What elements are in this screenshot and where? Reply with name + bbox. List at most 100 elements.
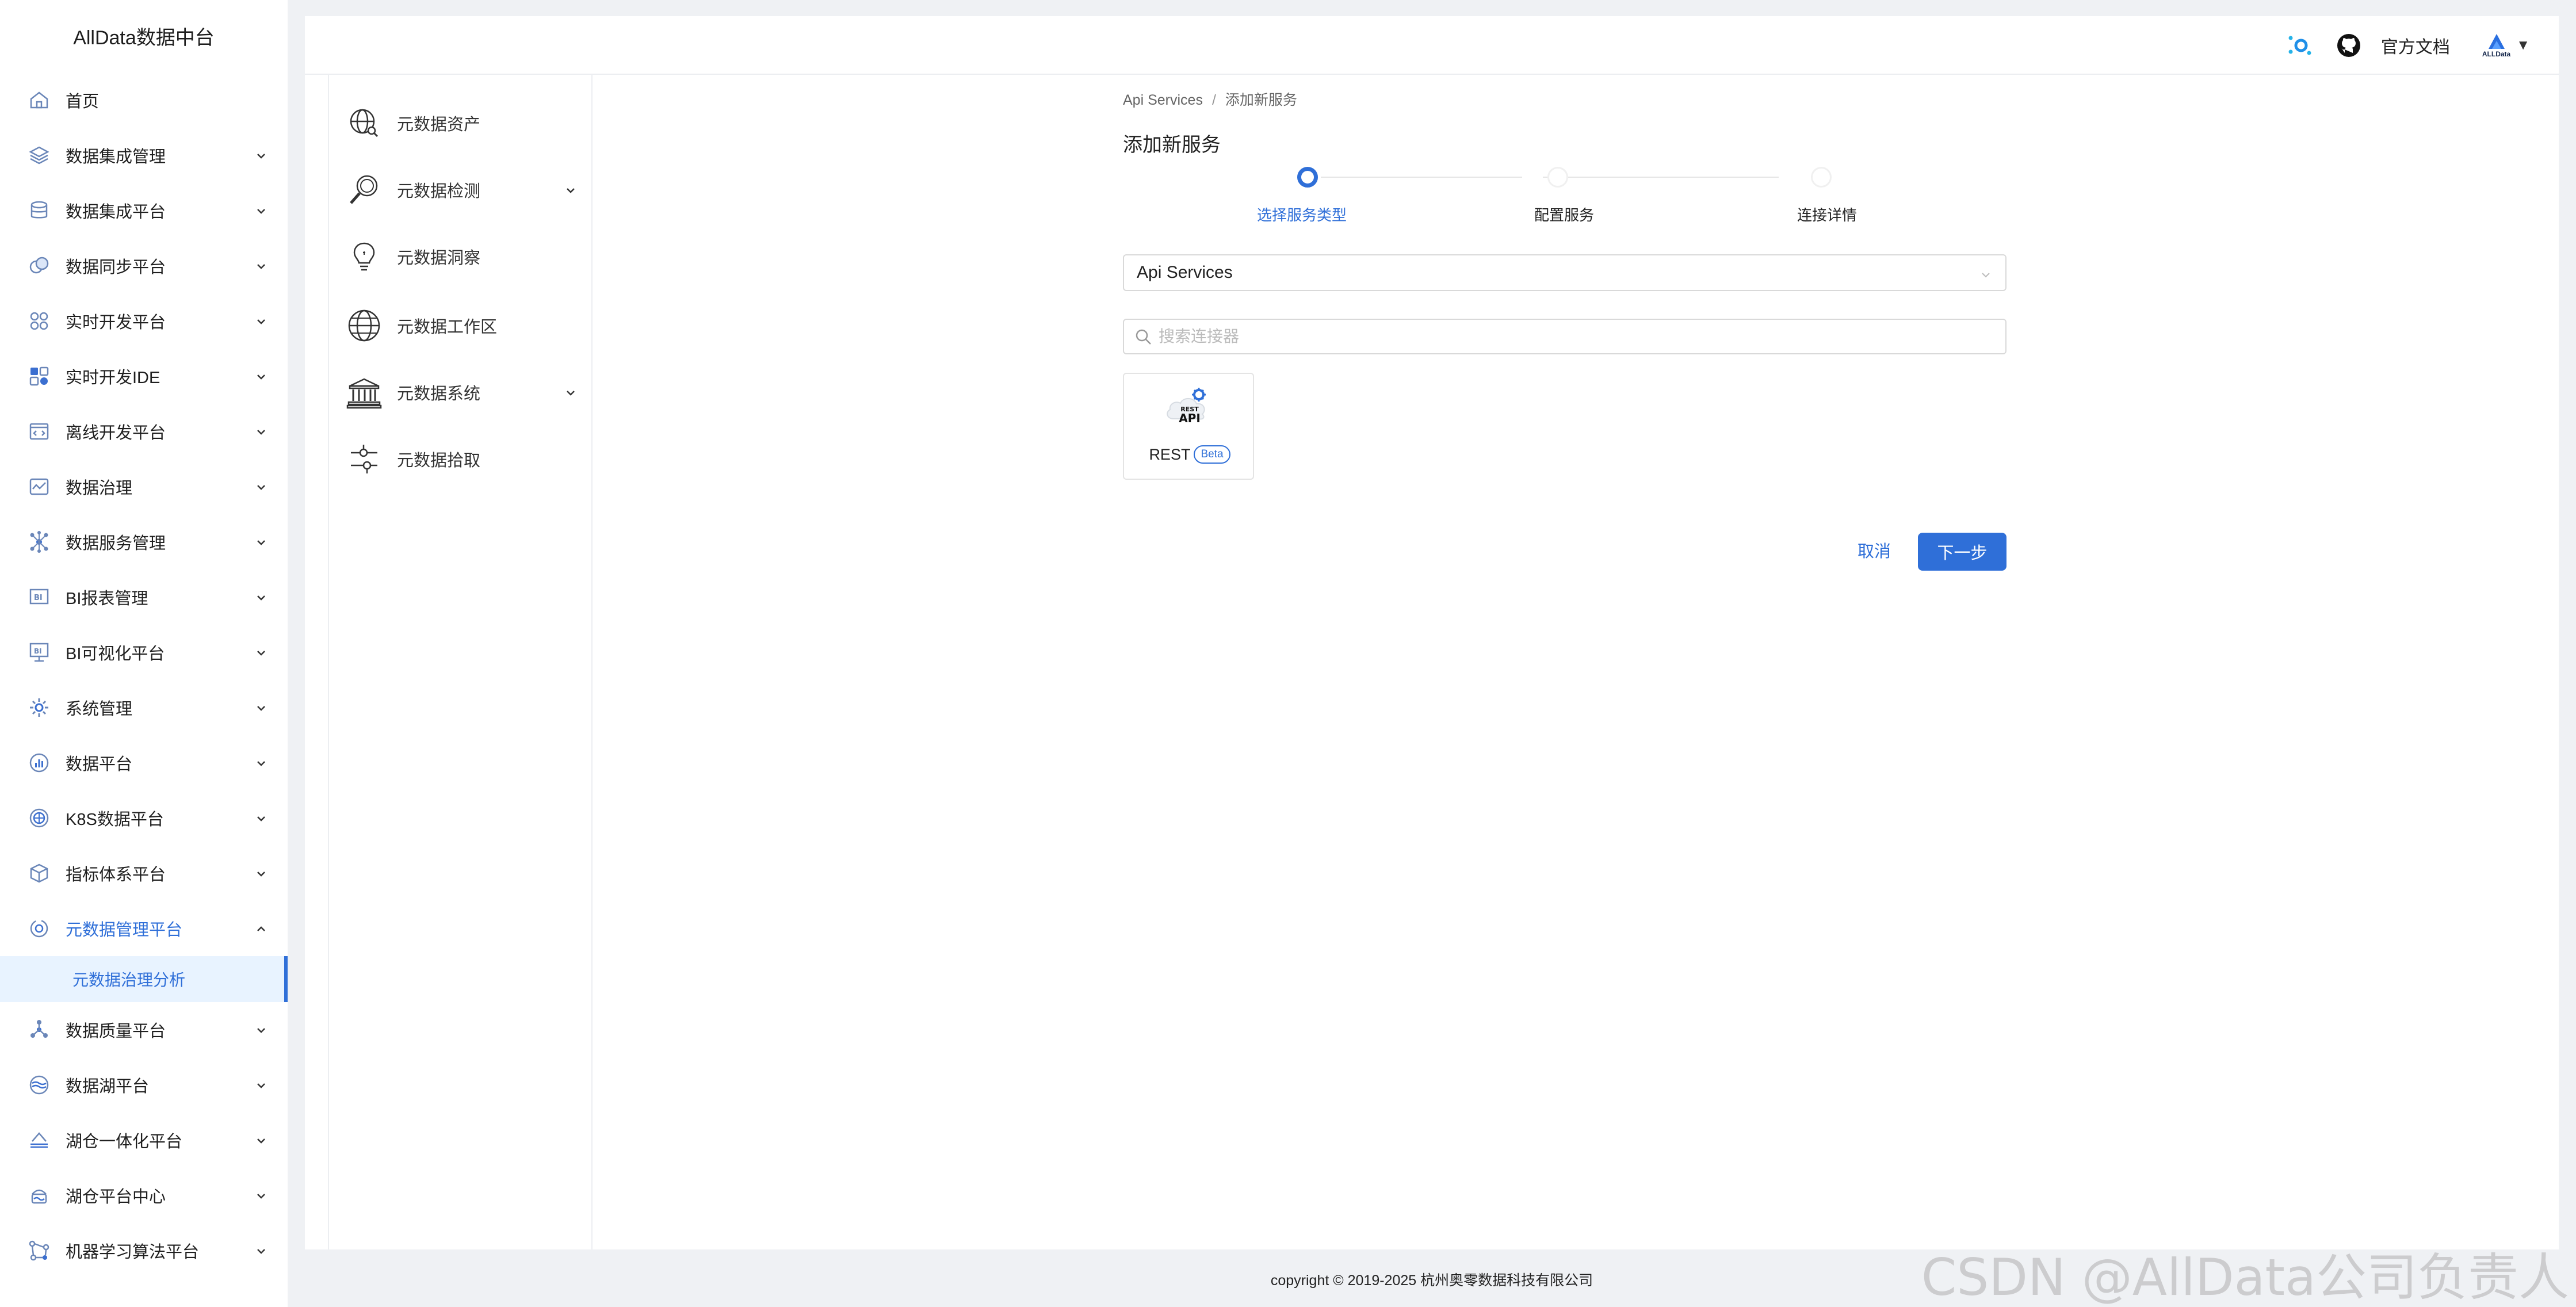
sidebar: AllData数据中台 首页 数据集成管理 数据集成平台 数据同步平台 实时开发… [0, 0, 288, 1307]
layers-icon [28, 144, 51, 167]
sidebar-item-label: 系统管理 [66, 700, 133, 719]
inner-nav-metadata-check[interactable]: 元数据检测 [345, 167, 587, 213]
page-title: 添加新服务 [1123, 134, 1221, 156]
docs-link[interactable]: 官方文档 [2381, 33, 2450, 58]
k8s-icon [28, 807, 51, 830]
lakehouse-center-icon [28, 1184, 51, 1207]
user-logo[interactable]: ALLData [2482, 33, 2510, 58]
sidebar-item-metadata-mgmt[interactable]: 元数据管理平台 [0, 901, 288, 956]
sidebar-item-label: 数据同步平台 [66, 258, 166, 277]
chevron-down-icon [254, 314, 268, 328]
sidebar-item-bi-report-mgmt[interactable]: BI BI报表管理 [0, 570, 288, 625]
step-2-label: 配置服务 [1534, 207, 1595, 224]
sidebar-item-k8s-platform[interactable]: K8S数据平台 [0, 790, 288, 846]
chevron-down-icon [564, 183, 578, 197]
sidebar-item-data-lake[interactable]: 数据湖平台 [0, 1057, 288, 1113]
inner-nav-metadata-assets[interactable]: 元数据资产 [345, 100, 587, 146]
sidebar-nav: 首页 数据集成管理 数据集成平台 数据同步平台 实时开发平台 实时开发IDE 离… [0, 72, 288, 1278]
chevron-down-icon [564, 385, 578, 399]
sidebar-item-data-platform[interactable]: 数据平台 [0, 735, 288, 790]
chevron-down-icon [254, 866, 268, 880]
sidebar-item-label: 数据平台 [66, 755, 133, 774]
sidebar-item-data-integration-mgmt[interactable]: 数据集成管理 [0, 128, 288, 183]
header-actions: 官方文档 ALLData ▼ [2265, 16, 2530, 75]
inner-nav-label: 元数据检测 [397, 182, 481, 201]
grid-icon [28, 309, 51, 333]
sidebar-item-label: 数据集成平台 [66, 203, 166, 221]
service-type-select[interactable]: Api Services [1123, 254, 2006, 291]
magnifier-icon [345, 171, 383, 209]
chevron-down-icon [254, 369, 268, 383]
chevron-down-icon [254, 259, 268, 273]
step-2-indicator [1547, 167, 1568, 188]
chevron-down-icon [254, 1188, 268, 1202]
sidebar-item-data-integration-platform[interactable]: 数据集成平台 [0, 183, 288, 238]
openmetadata-icon[interactable] [2284, 30, 2314, 60]
inner-nav-metadata-pick[interactable]: 元数据拾取 [345, 436, 587, 482]
chevron-down-icon [254, 811, 268, 825]
chevron-down-icon [254, 645, 268, 659]
chevron-down-icon [254, 480, 268, 494]
chevron-down-icon [254, 756, 268, 770]
next-button[interactable]: 下一步 [1918, 533, 2006, 571]
watermark: CSDN @AllData公司负责人 [1921, 1248, 2569, 1307]
gear-icon [28, 696, 51, 719]
alldata-logo-icon [2488, 34, 2505, 49]
search-icon [1134, 328, 1153, 346]
chevron-down-icon [254, 590, 268, 604]
rest-api-icon: REST API [1161, 384, 1218, 433]
search-input[interactable] [1159, 322, 1987, 351]
sidebar-subitem-metadata-analysis[interactable]: 元数据治理分析 [0, 956, 288, 1002]
lakehouse-icon [28, 1129, 51, 1152]
inner-nav-metadata-workspace[interactable]: 元数据工作区 [345, 303, 587, 349]
sidebar-item-label: 数据湖平台 [66, 1077, 150, 1096]
cancel-button[interactable]: 取消 [1845, 530, 1903, 570]
sidebar-item-label: BI报表管理 [66, 590, 148, 608]
sidebar-item-label: 实时开发IDE [66, 369, 160, 387]
breadcrumb-root[interactable]: Api Services [1123, 92, 1203, 108]
chevron-down-icon [254, 1023, 268, 1037]
step-connector [1321, 177, 1522, 178]
chevron-down-icon [254, 425, 268, 438]
sidebar-item-label: BI可视化平台 [66, 645, 165, 663]
step-connector [1543, 177, 1779, 178]
inner-nav-label: 元数据资产 [397, 116, 481, 134]
sidebar-item-lakehouse-center[interactable]: 湖仓平台中心 [0, 1168, 288, 1223]
sidebar-item-label: 元数据管理平台 [66, 921, 183, 939]
bi-monitor-icon: BI [28, 641, 51, 664]
sliders-icon [345, 440, 383, 478]
molecule-icon [28, 1018, 51, 1041]
sidebar-item-data-service-mgmt[interactable]: 数据服务管理 [0, 514, 288, 570]
beta-badge: Beta [1194, 445, 1230, 464]
inner-nav-metadata-system[interactable]: 元数据系统 [345, 369, 587, 415]
sidebar-item-home[interactable]: 首页 [0, 72, 288, 128]
github-icon[interactable] [2334, 30, 2364, 60]
caret-down-icon[interactable]: ▼ [2516, 37, 2530, 53]
sidebar-item-data-governance[interactable]: 数据治理 [0, 459, 288, 514]
sidebar-item-metrics-platform[interactable]: 指标体系平台 [0, 846, 288, 901]
bar-chart-icon [28, 751, 51, 774]
sidebar-item-realtime-ide[interactable]: 实时开发IDE [0, 349, 288, 404]
svg-text:BI: BI [34, 594, 43, 602]
heartbeat-icon [28, 475, 51, 498]
connector-card-rest[interactable]: REST API REST Beta [1123, 373, 1254, 480]
step-1-label: 选择服务类型 [1256, 207, 1347, 224]
inner-nav-metadata-insight[interactable]: 元数据洞察 [345, 234, 587, 280]
sidebar-item-bi-visual-platform[interactable]: BI BI可视化平台 [0, 625, 288, 680]
breadcrumb: Api Services / 添加新服务 [1123, 89, 1297, 109]
chevron-up-icon [254, 922, 268, 935]
sidebar-item-lakehouse-integration[interactable]: 湖仓一体化平台 [0, 1113, 288, 1168]
sidebar-item-data-quality[interactable]: 数据质量平台 [0, 1002, 288, 1057]
chevron-down-icon [254, 701, 268, 714]
sidebar-item-offline-dev-platform[interactable]: 离线开发平台 [0, 404, 288, 459]
sidebar-item-label: K8S数据平台 [66, 811, 164, 829]
sidebar-item-data-sync-platform[interactable]: 数据同步平台 [0, 238, 288, 293]
lightbulb-icon [345, 238, 383, 276]
sidebar-item-system-mgmt[interactable]: 系统管理 [0, 680, 288, 735]
connector-search [1123, 319, 2006, 354]
connector-name-row: REST Beta [1124, 445, 1255, 464]
inner-nav-label: 元数据洞察 [397, 249, 481, 267]
inner-nav-label: 元数据系统 [397, 385, 481, 403]
sidebar-item-realtime-dev-platform[interactable]: 实时开发平台 [0, 293, 288, 349]
sidebar-item-ml-platform[interactable]: 机器学习算法平台 [0, 1223, 288, 1278]
